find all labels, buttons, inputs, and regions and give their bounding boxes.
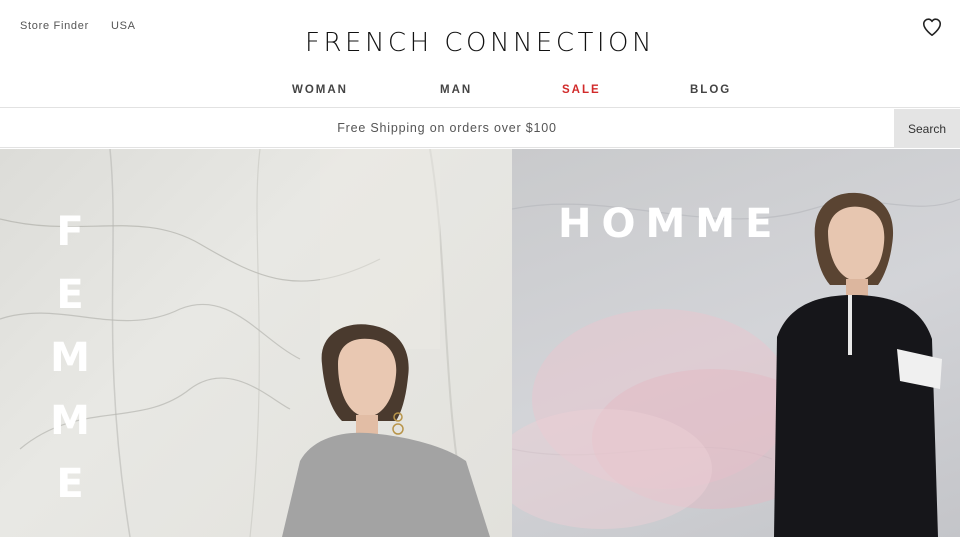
brand-logo[interactable]: FRENCH CONNECTION xyxy=(0,28,960,58)
nav-sale[interactable]: SALE xyxy=(562,84,601,96)
femme-letter: M xyxy=(50,398,90,444)
hero-femme-banner[interactable]: F E M M E xyxy=(0,149,512,537)
nav-woman[interactable]: WOMAN xyxy=(292,84,348,96)
femme-letter: M xyxy=(50,335,90,381)
free-shipping-text: Free Shipping on orders over $100 xyxy=(337,121,557,135)
main-navigation: WOMAN MAN SALE BLOG xyxy=(0,84,960,100)
nav-blog[interactable]: BLOG xyxy=(690,84,731,96)
hero-homme-banner[interactable]: HOMME xyxy=(512,149,960,537)
femme-letter: E xyxy=(56,461,84,507)
homme-heading: HOMME xyxy=(558,201,783,247)
search-button[interactable]: Search xyxy=(894,109,960,148)
nav-man[interactable]: MAN xyxy=(440,84,472,96)
site-header: Store Finder USA FRENCH CONNECTION WOMAN… xyxy=(0,0,960,108)
heart-icon[interactable] xyxy=(921,16,943,38)
femme-letter: E xyxy=(56,272,84,318)
femme-heading: F E M M E xyxy=(48,201,92,516)
femme-letter: F xyxy=(56,209,84,255)
promo-banner: Free Shipping on orders over $100 xyxy=(0,109,894,148)
